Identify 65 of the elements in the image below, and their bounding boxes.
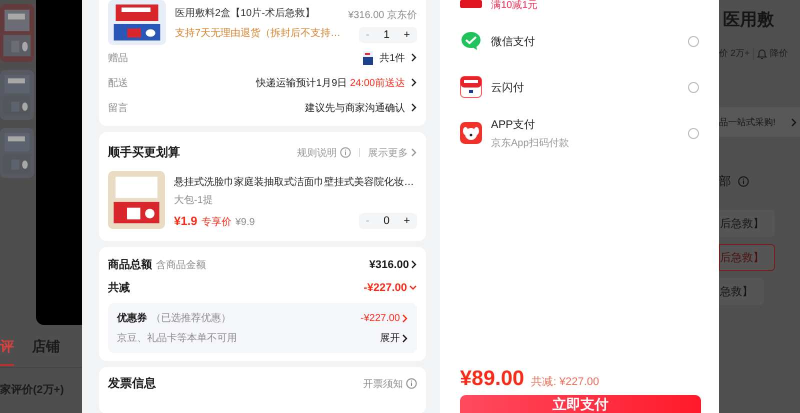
price-label: 专享价 <box>201 216 232 228</box>
expand-link[interactable]: 展开 <box>380 331 408 345</box>
quantity-stepper[interactable]: - 1 + <box>358 27 417 43</box>
coupon-note: （已选推荐优惠） <box>151 312 231 325</box>
row-label: 配送 <box>108 76 128 90</box>
original-price: ¥9.9 <box>235 216 255 228</box>
caret-icon <box>409 284 417 290</box>
discount-value[interactable]: -¥227.00 <box>364 282 417 294</box>
section-label: 部 <box>719 173 731 190</box>
dog-icon <box>460 122 482 144</box>
section-title: 顺手买更划算 <box>108 144 180 161</box>
product-price: ¥1.9 <box>174 214 198 228</box>
total-amount: ¥89.00 <box>460 367 524 391</box>
row-value[interactable]: 建议先与商家沟通确认 <box>305 100 417 114</box>
quantity-stepper[interactable]: - 0 + <box>358 213 417 229</box>
goods-total-label: 商品总额 <box>108 258 152 272</box>
variant-option[interactable]: 后急救】 <box>719 244 775 271</box>
payment-method-note: 京东App扫码付款 <box>491 136 570 150</box>
payment-method-name[interactable]: 微信支付 <box>491 34 679 48</box>
radio-button[interactable] <box>688 36 699 46</box>
chevron-icon <box>411 148 417 157</box>
radio-button[interactable] <box>688 82 699 92</box>
product-name: 医用敷料2盒【10片-术后急救】 <box>175 6 316 20</box>
radio-button[interactable] <box>688 128 699 138</box>
rules-link[interactable]: 规则说明 <box>297 146 351 160</box>
coupon-label: 优惠券 <box>117 312 147 325</box>
chevron-icon <box>791 118 797 126</box>
row-label: 赠品 <box>108 52 128 64</box>
row-label: 留言 <box>108 102 128 114</box>
coupon-value[interactable]: -¥227.00 <box>360 312 408 324</box>
chevron-icon <box>411 53 417 62</box>
chevron-icon <box>411 260 417 269</box>
variant-option[interactable]: 后急救】 <box>719 210 775 237</box>
product-price: ¥316.00 京东价 <box>348 8 417 22</box>
chevron-icon <box>402 314 408 322</box>
promo-text: 满10减1元 <box>491 0 538 11</box>
unavailable-note: 京豆、礼品卡等本单不可用 <box>117 332 237 345</box>
wallet-icon <box>460 76 482 98</box>
page-tab[interactable]: 评 <box>0 326 14 366</box>
chat-bubble-icon <box>460 30 482 52</box>
goods-total-note: 含商品金额 <box>156 258 206 272</box>
saved-amount: 共减: ¥227.00 <box>531 375 600 389</box>
product-title: 医用敷 <box>723 9 775 31</box>
invoice-title: 发票信息 <box>108 375 156 392</box>
chevron-icon <box>402 334 408 342</box>
row-value[interactable]: 快递运输预计1月9日 24:00前送达 <box>256 76 417 90</box>
variant-option[interactable]: 急救】 <box>719 278 764 305</box>
product-name: 悬挂式洗脸巾家庭装抽取式洁面巾壁挂式美容院化妆… <box>174 176 415 189</box>
bell-icon <box>756 48 767 60</box>
info-icon <box>738 176 749 187</box>
goods-total-value[interactable]: ¥316.00 <box>369 258 417 270</box>
discount-label: 共减 <box>108 280 130 295</box>
pay-button[interactable]: 立即支付 <box>460 395 701 413</box>
gift-thumbnail-icon <box>363 50 374 64</box>
payment-method-name[interactable]: APP支付 <box>491 116 679 132</box>
show-more-link[interactable]: 展示更多 <box>368 146 417 160</box>
return-policy: 支持7天无理由退货（拆封后不支持… <box>175 26 340 40</box>
chevron-icon <box>411 103 417 112</box>
row-value[interactable]: 共1件 <box>363 50 417 64</box>
chevron-icon <box>411 78 417 87</box>
payment-method-name[interactable]: 云闪付 <box>491 80 679 94</box>
product-variant: 大包-1提 <box>174 194 214 207</box>
invoice-notice-link[interactable]: 开票须知 <box>363 376 417 390</box>
info-icon <box>406 378 417 389</box>
info-icon <box>340 147 351 158</box>
